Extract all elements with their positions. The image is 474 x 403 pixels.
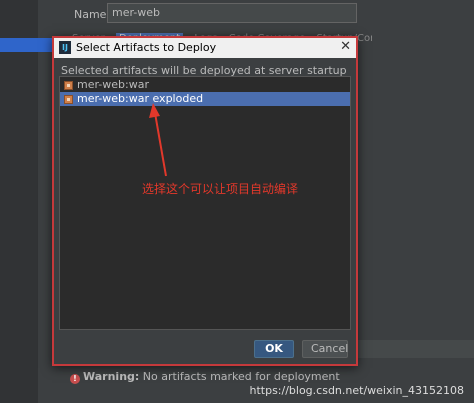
annotation-arrow (149, 103, 167, 177)
annotation-text: 选择这个可以让项目自动编译 (142, 182, 299, 196)
